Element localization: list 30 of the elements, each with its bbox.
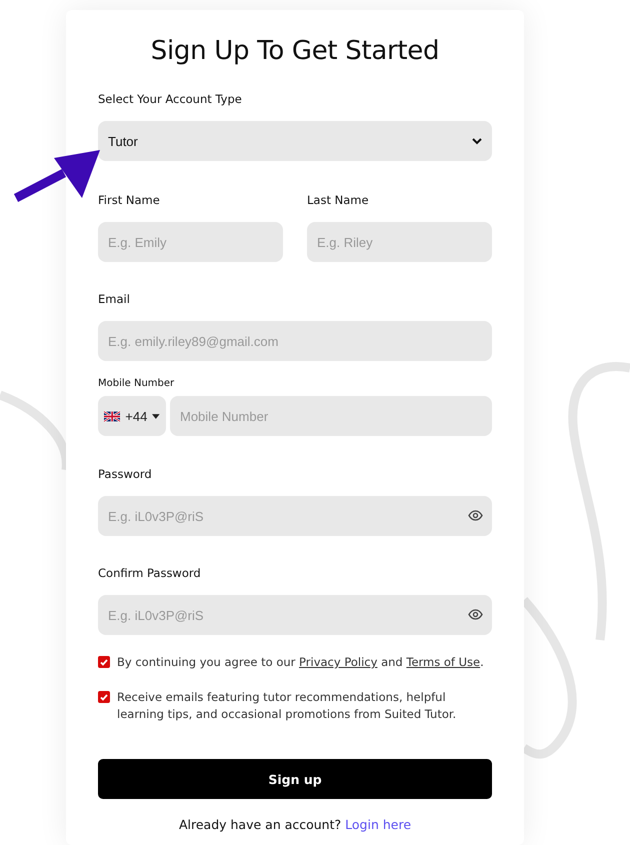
flag-icon bbox=[104, 410, 120, 422]
sign-up-button[interactable]: Sign up bbox=[98, 759, 492, 799]
field-label: Select Your Account Type bbox=[98, 92, 243, 106]
chevron-down-icon bbox=[472, 138, 482, 144]
eye-icon[interactable] bbox=[468, 609, 483, 620]
country-code-select[interactable]: +44 bbox=[98, 396, 166, 436]
email-field[interactable]: E.g. emily.riley89@gmail.com bbox=[98, 321, 492, 361]
field-label: Email bbox=[98, 292, 131, 306]
field-label: Mobile Number bbox=[98, 378, 176, 389]
policy-link[interactable]: Terms of Use bbox=[406, 655, 480, 669]
password-field[interactable]: E.g. iL0v3P@riS bbox=[98, 496, 492, 536]
caret-icon bbox=[152, 414, 160, 418]
checkbox[interactable] bbox=[98, 656, 110, 668]
login-prompt: Already have an account? Login here bbox=[178, 817, 412, 832]
form-title: Sign Up To Get Started bbox=[150, 36, 440, 66]
confirm-password-field[interactable]: E.g. iL0v3P@riS bbox=[98, 595, 492, 635]
checkbox[interactable] bbox=[98, 691, 110, 703]
mobile-number-field[interactable]: Mobile Number bbox=[170, 396, 492, 436]
consent-text: By continuing you agree to our Privacy Policy and Terms of Use. bbox=[117, 654, 484, 671]
field-label: Confirm Password bbox=[98, 566, 202, 580]
last-name-field[interactable]: E.g. Riley bbox=[307, 222, 492, 262]
field-label: Password bbox=[98, 467, 153, 481]
login-link[interactable]: Login here bbox=[345, 817, 412, 832]
first-name-field[interactable]: E.g. Emily bbox=[98, 222, 283, 262]
field-label: First Name bbox=[98, 193, 161, 207]
consent-text: Receive emails featuring tutor recommendations, helpful learning tips, and occasional promotions from Suited Tutor. bbox=[117, 689, 458, 723]
policy-link[interactable]: Privacy Policy bbox=[299, 655, 378, 669]
eye-icon[interactable] bbox=[468, 510, 483, 521]
account-type-select[interactable]: Tutor bbox=[98, 121, 492, 161]
field-label: Last Name bbox=[307, 193, 370, 207]
